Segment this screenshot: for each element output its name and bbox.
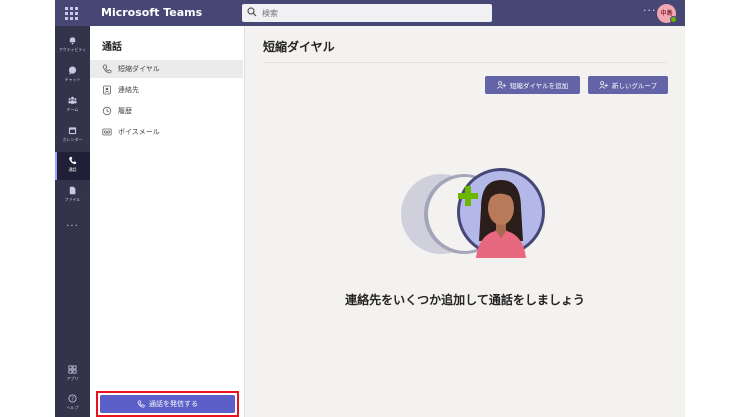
more-options-icon[interactable]: ··· bbox=[643, 4, 657, 17]
search-box[interactable] bbox=[242, 4, 492, 22]
empty-state-illustration bbox=[401, 168, 545, 258]
nav-item-label: ボイスメール bbox=[118, 128, 160, 136]
new-group-label: 新しいグループ bbox=[611, 82, 658, 90]
make-call-button[interactable]: 通話を発信する bbox=[100, 395, 235, 413]
nav-item-label: 履歴 bbox=[118, 107, 132, 115]
nav-item-label: 連絡先 bbox=[118, 86, 139, 94]
svg-text:?: ? bbox=[71, 396, 74, 402]
add-person-icon bbox=[497, 81, 506, 89]
file-icon bbox=[69, 186, 76, 195]
divider bbox=[263, 62, 667, 63]
nav-item-contacts[interactable]: 連絡先 bbox=[90, 81, 243, 99]
phone-icon bbox=[102, 64, 112, 74]
help-icon: ? bbox=[68, 394, 77, 403]
rail-item-label: 通話 bbox=[68, 167, 77, 172]
title-bar: Microsoft Teams ··· 中島 bbox=[55, 0, 685, 26]
app-name: Microsoft Teams bbox=[101, 6, 203, 19]
rail-item-teams[interactable]: チーム bbox=[55, 92, 90, 120]
apps-icon bbox=[68, 365, 77, 374]
new-group-icon bbox=[599, 81, 608, 89]
voicemail-icon bbox=[102, 128, 112, 136]
chat-icon bbox=[68, 66, 77, 75]
app-launcher-icon[interactable] bbox=[63, 5, 79, 21]
nav-item-label: 短縮ダイヤル bbox=[118, 65, 160, 73]
rail-item-help[interactable]: ? ヘルプ bbox=[55, 390, 90, 417]
calendar-icon bbox=[68, 127, 77, 135]
empty-state-message: 連絡先をいくつか追加して通話をしましょう bbox=[345, 293, 585, 307]
rail-item-chat[interactable]: チャット bbox=[55, 62, 90, 90]
rail-item-label: チャット bbox=[64, 77, 81, 82]
nav-item-voicemail[interactable]: ボイスメール bbox=[90, 123, 243, 141]
presence-status-icon bbox=[670, 16, 677, 23]
rail-item-calendar[interactable]: カレンダー bbox=[55, 122, 90, 150]
rail-item-apps[interactable]: アプリ bbox=[55, 361, 90, 389]
speed-dial-main: 短縮ダイヤル 短縮ダイヤルを追加 新しいグループ 連絡先をいくつか追加して通話を… bbox=[245, 26, 685, 417]
rail-item-label: アクティビティ bbox=[58, 47, 87, 52]
phone-icon bbox=[137, 400, 145, 408]
rail-item-label: ファイル bbox=[64, 197, 81, 202]
rail-item-activity[interactable]: アクティビティ bbox=[55, 32, 90, 60]
rail-item-files[interactable]: ファイル bbox=[55, 182, 90, 210]
add-speed-dial-label: 短縮ダイヤルを追加 bbox=[509, 82, 569, 90]
teams-window: Microsoft Teams ··· 中島 アクティビティ チャット チーム … bbox=[55, 0, 685, 417]
search-input[interactable] bbox=[262, 4, 487, 22]
calls-list-pane: 通話 短縮ダイヤル 連絡先 履歴 ボイスメール 通話を発信する bbox=[90, 26, 245, 417]
new-group-button[interactable]: 新しいグループ bbox=[588, 76, 668, 94]
pane-title: 通話 bbox=[102, 42, 122, 53]
rail-item-label: カレンダー bbox=[62, 137, 83, 142]
rail-item-calls[interactable]: 通話 bbox=[55, 152, 90, 180]
nav-item-speed-dial[interactable]: 短縮ダイヤル bbox=[90, 60, 243, 78]
make-call-label: 通話を発信する bbox=[149, 400, 198, 408]
app-rail: アクティビティ チャット チーム カレンダー 通話 ファイル ··· アプリ ? bbox=[55, 26, 90, 417]
nav-item-history[interactable]: 履歴 bbox=[90, 102, 243, 120]
rail-item-label: アプリ bbox=[66, 376, 79, 381]
search-icon bbox=[247, 7, 259, 19]
bell-icon bbox=[69, 37, 76, 45]
phone-icon bbox=[69, 156, 77, 165]
add-speed-dial-button[interactable]: 短縮ダイヤルを追加 bbox=[485, 76, 580, 94]
rail-item-label: ヘルプ bbox=[66, 405, 79, 410]
more-apps-icon[interactable]: ··· bbox=[55, 221, 90, 232]
teams-icon bbox=[68, 96, 77, 104]
page-title: 短縮ダイヤル bbox=[263, 40, 335, 54]
contacts-icon bbox=[103, 85, 111, 95]
rail-item-label: チーム bbox=[66, 107, 79, 112]
history-icon bbox=[102, 106, 112, 116]
